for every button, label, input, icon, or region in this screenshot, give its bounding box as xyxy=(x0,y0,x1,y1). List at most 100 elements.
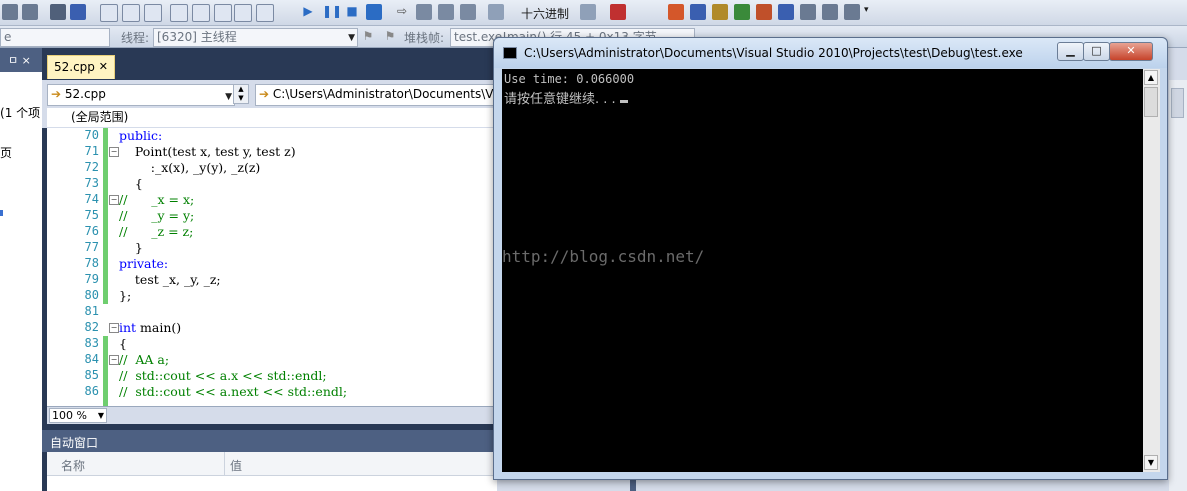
hex-button[interactable]: 十六进制 xyxy=(521,5,569,22)
column-divider[interactable] xyxy=(224,452,225,476)
autos-column-header: 名称 值 xyxy=(47,452,497,476)
left-item[interactable]: 页 xyxy=(0,144,12,161)
change-bar xyxy=(103,128,108,304)
stop-icon[interactable]: ■ xyxy=(344,4,360,20)
code-line[interactable]: { xyxy=(119,176,143,191)
scope-combo[interactable]: (全局范围) xyxy=(47,108,497,127)
console-title-bar[interactable]: C:\Users\Administrator\Documents\Visual … xyxy=(494,38,1167,68)
console-prompt: 请按任意键继续. . . xyxy=(504,92,620,107)
pause-icon[interactable]: ❚❚ xyxy=(322,4,342,20)
disassembly-icon[interactable] xyxy=(822,4,838,20)
callstack-icon[interactable] xyxy=(712,4,728,20)
code-line[interactable]: // std::cout << a.x << std::endl; xyxy=(119,368,327,383)
uncomment-icon[interactable] xyxy=(144,4,162,22)
item-count: (1 个项 xyxy=(0,106,41,120)
code-line[interactable]: public: xyxy=(119,128,162,143)
path-combo[interactable]: ➔ C:\Users\Administrator\Documents\V xyxy=(255,84,502,106)
console-app-icon xyxy=(503,47,517,59)
code-line[interactable]: }; xyxy=(119,288,131,303)
column-name[interactable]: 名称 xyxy=(61,457,85,474)
bookmark-folder-icon[interactable] xyxy=(234,4,252,22)
zoom-combo[interactable]: 100 % ▼ xyxy=(49,408,107,423)
console-line-1: Use time: 0.066000 xyxy=(504,72,635,86)
code-line[interactable]: // std::cout << a.next << std::endl; xyxy=(119,384,347,399)
code-line[interactable]: { xyxy=(119,336,127,351)
find-icon[interactable] xyxy=(488,4,504,20)
editor-vertical-scrollbar[interactable] xyxy=(1169,80,1187,491)
comment-icon[interactable] xyxy=(122,4,140,22)
code-line[interactable]: :_x(x), _y(y), _z(z) xyxy=(119,160,261,175)
column-value[interactable]: 值 xyxy=(230,457,242,474)
flag-all-icon[interactable]: ⚑ xyxy=(382,29,398,45)
scroll-thumb[interactable] xyxy=(1171,88,1184,118)
code-line[interactable]: // _y = y; xyxy=(119,208,194,223)
fold-toggle-icon[interactable]: − xyxy=(109,323,119,333)
code-line[interactable]: } xyxy=(119,240,143,255)
show-next-icon[interactable]: ⇨ xyxy=(394,4,410,20)
play-icon[interactable]: ▶ xyxy=(300,4,316,20)
breakpoint-icon[interactable] xyxy=(610,4,626,20)
line-number: 81 xyxy=(84,304,99,318)
chevron-down-icon: ▼ xyxy=(225,92,232,102)
fold-toggle-icon[interactable]: − xyxy=(109,355,119,365)
scroll-up-icon[interactable]: ▲ xyxy=(1144,70,1158,85)
bookmark-list-icon[interactable] xyxy=(256,4,274,22)
split-spinner[interactable]: ▲ ▼ xyxy=(233,84,249,104)
pin-close-icon[interactable]: ㅁ × xyxy=(8,52,31,68)
bookmark-icon[interactable] xyxy=(70,4,86,20)
console-scrollbar[interactable]: ▲ ▼ xyxy=(1143,69,1160,472)
close-button[interactable]: ✕ xyxy=(1109,42,1153,61)
close-icon: ✕ xyxy=(1126,44,1136,57)
zoom-value: 100 % xyxy=(52,409,87,422)
code-line[interactable]: // AA a; xyxy=(119,352,169,367)
restart-icon[interactable] xyxy=(366,4,382,20)
flag-icon[interactable]: ⚑ xyxy=(360,29,376,45)
code-line[interactable]: private: xyxy=(119,256,168,271)
console-output[interactable]: Use time: 0.066000 请按任意键继续. . . http://b… xyxy=(502,69,1143,472)
list-icon[interactable] xyxy=(50,4,66,20)
close-icon[interactable]: ✕ xyxy=(99,56,108,78)
console-title: C:\Users\Administrator\Documents\Visual … xyxy=(524,46,1023,60)
code-line[interactable]: // _z = z; xyxy=(119,224,193,239)
window-icon[interactable] xyxy=(100,4,118,22)
arrow-icon: ➔ xyxy=(51,87,62,101)
thread-combo[interactable]: [6320] 主线程 ▼ xyxy=(153,28,358,47)
file-combo[interactable]: ➔ 52.cpp ▼ xyxy=(47,84,235,106)
modules-icon[interactable] xyxy=(690,4,706,20)
locals-icon[interactable] xyxy=(734,4,750,20)
file-combo-value: 52.cpp xyxy=(64,87,106,101)
code-editor[interactable]: 70 public: 71 Point(test x, test y, test z… xyxy=(47,128,497,406)
code-line[interactable]: // _x = x; xyxy=(119,192,194,207)
scroll-down-icon[interactable]: ▼ xyxy=(1144,455,1158,470)
overflow-chevron-icon[interactable]: ▾ xyxy=(864,5,869,15)
align-left-icon[interactable] xyxy=(2,4,18,20)
fold-toggle-icon[interactable]: − xyxy=(109,195,119,205)
code-line[interactable]: int main() xyxy=(119,320,181,335)
threads-icon[interactable] xyxy=(668,4,684,20)
autos-window-title: 自动窗口 xyxy=(50,436,99,450)
fold-toggle-icon[interactable]: − xyxy=(109,147,119,157)
code-line[interactable]: test _x, _y, _z; xyxy=(119,272,221,287)
bug-icon[interactable] xyxy=(580,4,596,20)
prev-bookmark-icon[interactable] xyxy=(170,4,188,22)
align-right-icon[interactable] xyxy=(22,4,38,20)
search-combo[interactable]: e xyxy=(0,28,110,47)
step-out-icon[interactable] xyxy=(460,4,476,20)
maximize-button[interactable]: □ xyxy=(1083,42,1110,61)
arrow-icon: ➔ xyxy=(259,87,270,101)
next-bookmark-icon[interactable] xyxy=(192,4,210,22)
console-window[interactable]: C:\Users\Administrator\Documents\Visual … xyxy=(493,37,1168,480)
watch-icon[interactable] xyxy=(756,4,772,20)
code-line[interactable]: Point(test x, test y, test z) xyxy=(119,144,296,159)
registers-icon[interactable] xyxy=(800,4,816,20)
tab-52-cpp[interactable]: 52.cpp ✕ xyxy=(47,55,115,79)
line-number: 76 xyxy=(84,224,99,238)
minimize-button[interactable]: ▁ xyxy=(1057,42,1084,61)
scope-bar: (全局范围) xyxy=(42,108,497,128)
scroll-thumb[interactable] xyxy=(1144,87,1158,117)
clear-bookmark-icon[interactable] xyxy=(214,4,232,22)
output-icon[interactable] xyxy=(844,4,860,20)
memory-icon[interactable] xyxy=(778,4,794,20)
step-into-icon[interactable] xyxy=(416,4,432,20)
step-over-icon[interactable] xyxy=(438,4,454,20)
